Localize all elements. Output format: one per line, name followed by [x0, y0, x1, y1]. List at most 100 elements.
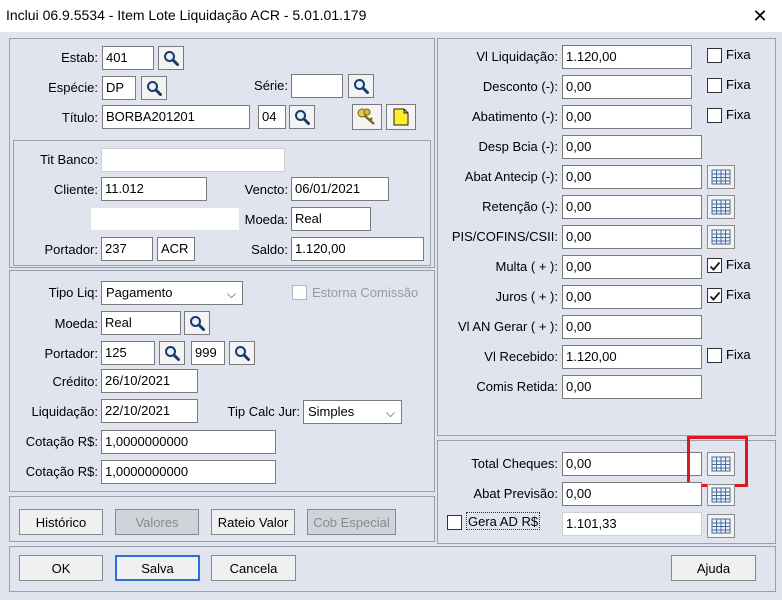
abatimento-field[interactable]: 0,00 [562, 105, 692, 129]
cancela-button[interactable]: Cancela [211, 555, 296, 581]
tip-calc-jur-label: Tip Calc Jur: [227, 404, 300, 419]
total-cheques-grid-button[interactable] [707, 452, 735, 476]
retencao-grid-button[interactable] [707, 195, 735, 219]
magnifier-icon [234, 345, 250, 361]
abatimento-label: Abatimento (-): [472, 109, 558, 124]
cliente-field[interactable]: 11.012 [101, 177, 207, 201]
vl-recebido-fixa-checkbox[interactable] [707, 348, 722, 363]
close-icon: ✕ [752, 5, 768, 26]
salva-button[interactable]: Salva [115, 555, 200, 581]
vl-liquidacao-fixa-checkbox[interactable] [707, 48, 722, 63]
portador-lookup-button[interactable] [159, 341, 185, 365]
rateio-valor-button[interactable]: Rateio Valor [211, 509, 295, 535]
pis-cofins-grid-button[interactable] [707, 225, 735, 249]
abat-previsao-grid-button[interactable] [707, 484, 735, 506]
estorna-comissao-checkbox[interactable] [292, 285, 307, 300]
desp-bcia-field[interactable]: 0,00 [562, 135, 702, 159]
magnifier-icon [294, 109, 310, 125]
moeda-info-label: Moeda: [244, 212, 288, 227]
cotacao-1-field[interactable]: 1,0000000000 [101, 430, 276, 454]
parcela-field[interactable]: 04 [258, 105, 286, 129]
gera-ad-label: Gera AD R$ [466, 512, 541, 530]
tip-calc-jur-select[interactable]: Simples ⌵ [303, 400, 402, 424]
grid-icon [711, 199, 731, 215]
desconto-field[interactable]: 0,00 [562, 75, 692, 99]
keys-button[interactable] [352, 104, 382, 130]
abatimento-fixa-checkbox[interactable] [707, 108, 722, 123]
fixa-label: Fixa [726, 257, 751, 272]
especie-lookup-button[interactable] [141, 76, 167, 100]
total-cheques-field[interactable]: 0,00 [562, 452, 702, 476]
estab-field[interactable]: 401 [102, 46, 154, 70]
especie-label: Espécie: [48, 80, 98, 95]
cob-especial-button[interactable]: Cob Especial [307, 509, 396, 535]
multa-fixa-checkbox[interactable] [707, 258, 722, 273]
titulo-label: Título: [61, 110, 98, 125]
ajuda-button[interactable]: Ajuda [671, 555, 756, 581]
multa-field[interactable]: 0,00 [562, 255, 702, 279]
carteira-field[interactable]: 999 [191, 341, 225, 365]
vencto-field[interactable]: 06/01/2021 [291, 177, 389, 201]
portador-field[interactable]: 125 [101, 341, 155, 365]
comis-retida-label: Comis Retida: [476, 379, 558, 394]
tip-calc-jur-value: Simples [308, 404, 355, 419]
valores-button[interactable]: Valores [115, 509, 199, 535]
desconto-fixa-checkbox[interactable] [707, 78, 722, 93]
checkmark-icon [709, 290, 721, 302]
gera-ad-field[interactable]: 1.101,33 [562, 512, 702, 536]
gera-ad-checkbox[interactable] [447, 515, 462, 530]
window-title: Inclui 06.9.5534 - Item Lote Liquidação … [6, 7, 367, 23]
comis-retida-field[interactable]: 0,00 [562, 375, 702, 399]
fixa-label: Fixa [726, 77, 751, 92]
titulo-field[interactable]: BORBA201201 [102, 105, 250, 129]
ok-button[interactable]: OK [19, 555, 103, 581]
retencao-field[interactable]: 0,00 [562, 195, 702, 219]
title-bar: Inclui 06.9.5534 - Item Lote Liquidação … [0, 0, 782, 32]
historico-button[interactable]: Histórico [19, 509, 103, 535]
abat-antecip-field[interactable]: 0,00 [562, 165, 702, 189]
fixa-label: Fixa [726, 347, 751, 362]
estorna-comissao-label: Estorna Comissão [312, 285, 419, 300]
serie-field[interactable] [291, 74, 343, 98]
moeda-field[interactable]: Real [101, 311, 181, 335]
magnifier-icon [146, 80, 162, 96]
gera-ad-grid-button[interactable] [707, 514, 735, 538]
credito-field[interactable]: 26/10/2021 [101, 369, 198, 393]
pis-cofins-field[interactable]: 0,00 [562, 225, 702, 249]
grid-icon [711, 456, 731, 472]
abat-antecip-grid-button[interactable] [707, 165, 735, 189]
vl-liquidacao-label: Vl Liquidação: [476, 49, 558, 64]
juros-label: Juros ( + ): [495, 289, 559, 304]
vl-liquidacao-field[interactable]: 1.120,00 [562, 45, 692, 69]
juros-fixa-checkbox[interactable] [707, 288, 722, 303]
estab-label: Estab: [61, 50, 98, 65]
juros-field[interactable]: 0,00 [562, 285, 702, 309]
grid-icon [711, 169, 731, 185]
fixa-label: Fixa [726, 107, 751, 122]
magnifier-icon [163, 50, 179, 66]
tipo-liq-select[interactable]: Pagamento ⌵ [101, 281, 243, 305]
magnifier-icon [164, 345, 180, 361]
vl-recebido-field[interactable]: 1.120,00 [562, 345, 702, 369]
saldo-field[interactable]: 1.120,00 [291, 237, 424, 261]
moeda-lookup-button[interactable] [184, 311, 210, 335]
moeda-info-field[interactable]: Real [291, 207, 371, 231]
abat-previsao-field[interactable]: 0,00 [562, 482, 702, 506]
carteira-info-field[interactable]: ACR [157, 237, 195, 261]
tit-banco-field[interactable] [101, 148, 285, 172]
estab-lookup-button[interactable] [158, 46, 184, 70]
especie-field[interactable]: DP [102, 76, 136, 100]
note-button[interactable] [386, 104, 416, 130]
titulo-lookup-button[interactable] [289, 105, 315, 129]
vl-an-gerar-field[interactable]: 0,00 [562, 315, 702, 339]
liquidacao-field[interactable]: 22/10/2021 [101, 399, 198, 423]
carteira-lookup-button[interactable] [229, 341, 255, 365]
client-name-field [90, 207, 240, 231]
total-cheques-label: Total Cheques: [471, 456, 558, 471]
serie-lookup-button[interactable] [348, 74, 374, 98]
close-button[interactable]: ✕ [740, 2, 780, 30]
grid-icon [711, 487, 731, 503]
portador-info-field[interactable]: 237 [101, 237, 153, 261]
note-icon [393, 108, 409, 126]
cotacao-2-field[interactable]: 1,0000000000 [101, 460, 276, 484]
